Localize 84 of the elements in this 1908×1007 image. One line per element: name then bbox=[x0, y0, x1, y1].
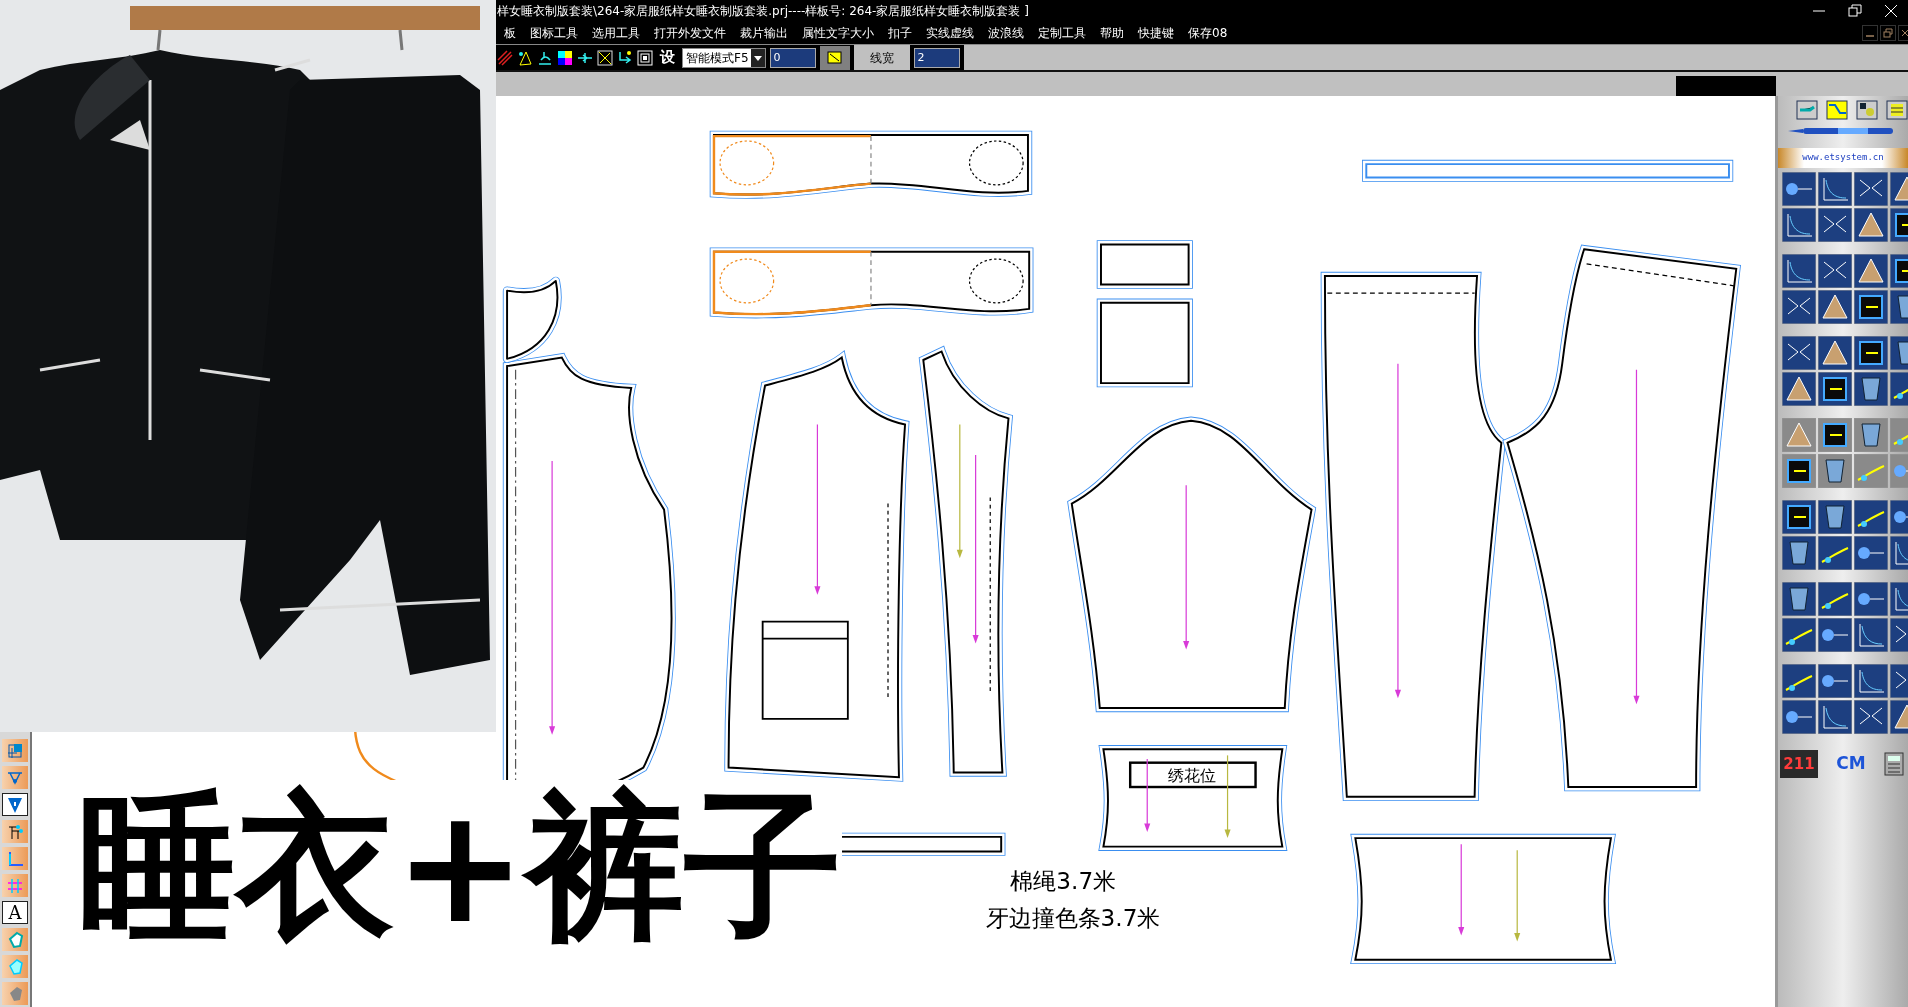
unit-label[interactable]: CM bbox=[1822, 751, 1880, 777]
menu-item[interactable]: 裁片输出 bbox=[733, 24, 795, 42]
tool-icon[interactable] bbox=[1782, 581, 1816, 616]
triangle-icon[interactable] bbox=[517, 49, 533, 66]
tool-icon[interactable] bbox=[1782, 171, 1816, 206]
tool-icon[interactable] bbox=[1854, 207, 1888, 242]
tool-icon[interactable] bbox=[1782, 535, 1816, 570]
tool-icon[interactable] bbox=[1854, 289, 1888, 324]
drop-icon[interactable] bbox=[1856, 100, 1878, 120]
menu-item[interactable]: 板 bbox=[497, 24, 523, 42]
menu-item[interactable]: 图标工具 bbox=[523, 24, 585, 42]
tool-icon[interactable] bbox=[1782, 617, 1816, 652]
tool-icon[interactable] bbox=[1818, 581, 1852, 616]
frame-icon[interactable] bbox=[637, 49, 653, 66]
value-field[interactable]: 0 bbox=[769, 47, 816, 68]
tool-icon[interactable] bbox=[1818, 171, 1852, 206]
hatch-icon[interactable] bbox=[497, 49, 513, 66]
tool-icon[interactable] bbox=[1818, 535, 1852, 570]
embroidery-label: 绣花位 bbox=[1168, 765, 1217, 785]
tool-icon[interactable] bbox=[1782, 499, 1816, 534]
window-title: 样女睡衣制版套装\264-家居服纸样女睡衣制版套装.prj----样板号: 264-家居服纸样女睡衣制版套装 ] bbox=[497, 3, 1029, 20]
tool-icon[interactable] bbox=[1818, 699, 1852, 734]
snap-icon[interactable] bbox=[819, 45, 850, 70]
tool-icon[interactable] bbox=[1818, 417, 1852, 452]
layout-icon[interactable] bbox=[6, 741, 24, 760]
tool-icon[interactable] bbox=[1782, 335, 1816, 370]
tool-icon[interactable] bbox=[1854, 663, 1888, 698]
tool-icon[interactable] bbox=[1818, 207, 1852, 242]
tool-icon[interactable] bbox=[1818, 289, 1852, 324]
tool-icon[interactable] bbox=[1818, 663, 1852, 698]
piece-count: 211 bbox=[1780, 749, 1818, 778]
tool-icon[interactable] bbox=[1854, 417, 1888, 452]
text-tool-button[interactable]: A bbox=[2, 901, 28, 924]
tool-icon[interactable] bbox=[1782, 699, 1816, 734]
menu-item[interactable]: 实线虚线 bbox=[919, 24, 981, 42]
tool-icon[interactable] bbox=[1818, 371, 1852, 406]
caret-icon[interactable] bbox=[750, 48, 765, 67]
tool-icon[interactable] bbox=[1854, 499, 1888, 534]
tool-icon[interactable] bbox=[1818, 499, 1852, 534]
menu-item[interactable]: 快捷键 bbox=[1131, 24, 1181, 42]
layers-icon[interactable] bbox=[1886, 100, 1908, 120]
website-banner[interactable]: www.etsystem.cn bbox=[1778, 148, 1908, 168]
tool-icon[interactable] bbox=[1854, 371, 1888, 406]
tool-icon[interactable] bbox=[1854, 581, 1888, 616]
tool-icon[interactable] bbox=[1782, 253, 1816, 288]
line-width-field[interactable]: 2 bbox=[913, 47, 960, 68]
tool-icon[interactable] bbox=[1854, 535, 1888, 570]
note-text: 棉绳3.7米 bbox=[1010, 868, 1117, 895]
menu-item[interactable]: 帮助 bbox=[1093, 24, 1131, 42]
color-grid-icon[interactable] bbox=[557, 49, 573, 66]
tool-icon[interactable] bbox=[1782, 207, 1816, 242]
axis-icon[interactable] bbox=[617, 49, 633, 66]
cross-icon[interactable] bbox=[597, 49, 613, 66]
calculator-icon[interactable] bbox=[1884, 751, 1904, 776]
tool-icon[interactable] bbox=[1854, 335, 1888, 370]
settings-button[interactable]: 设 bbox=[657, 46, 678, 69]
menu-item[interactable]: 保存08 bbox=[1181, 24, 1235, 42]
mode-value: 智能模式F5 bbox=[686, 49, 749, 67]
tool-icon[interactable] bbox=[1818, 453, 1852, 488]
menu-item[interactable]: 属性文字大小 bbox=[795, 24, 881, 42]
tool-icon[interactable] bbox=[1782, 371, 1816, 406]
menu-item[interactable]: 选用工具 bbox=[585, 24, 647, 42]
pin-icon[interactable] bbox=[6, 822, 24, 841]
minimize-icon[interactable] bbox=[1862, 25, 1878, 41]
pen-icon[interactable] bbox=[1796, 100, 1818, 120]
tool-icon[interactable] bbox=[1818, 335, 1852, 370]
menu-item[interactable]: 打开外发文件 bbox=[647, 24, 733, 42]
tool-icon[interactable] bbox=[1782, 453, 1816, 488]
menu-item[interactable]: 波浪线 bbox=[981, 24, 1031, 42]
tool-icon[interactable] bbox=[1782, 663, 1816, 698]
tool-icon[interactable] bbox=[1782, 289, 1816, 324]
tool-icon[interactable] bbox=[1854, 699, 1888, 734]
tool-icon[interactable] bbox=[1854, 617, 1888, 652]
menu-item[interactable]: 定制工具 bbox=[1031, 24, 1093, 42]
mode-select[interactable]: 智能模式F5 bbox=[682, 47, 766, 68]
menu-item[interactable]: 扣子 bbox=[881, 24, 919, 42]
line-width-label: 线宽 bbox=[853, 45, 910, 70]
shape-icon[interactable] bbox=[6, 930, 24, 949]
tool-icon[interactable] bbox=[1854, 171, 1888, 206]
note-text: 牙边撞色条3.7米 bbox=[985, 904, 1161, 931]
tool-icon[interactable] bbox=[1854, 253, 1888, 288]
tool-icon[interactable] bbox=[1818, 617, 1852, 652]
restore-icon[interactable] bbox=[1848, 4, 1862, 18]
tool-icon[interactable] bbox=[1818, 253, 1852, 288]
